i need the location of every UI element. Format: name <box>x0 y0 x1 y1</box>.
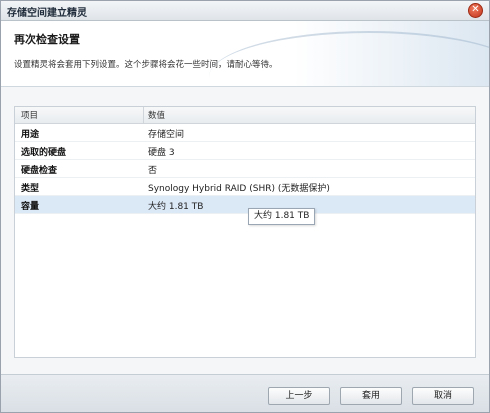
button-bar: 上一步 套用 取消 <box>1 374 489 412</box>
table-row[interactable]: 选取的硬盘 硬盘 3 <box>15 142 475 160</box>
grid-header: 项目 数值 <box>15 107 475 124</box>
column-divider[interactable] <box>143 107 144 123</box>
column-header-value[interactable]: 数值 <box>148 109 165 121</box>
row-key: 选取的硬盘 <box>21 148 67 158</box>
apply-button[interactable]: 套用 <box>340 387 402 405</box>
row-value: 否 <box>148 166 158 176</box>
table-row-selected[interactable]: 容量 大约 1.81 TB <box>15 196 475 214</box>
row-value: 存储空间 <box>148 130 185 140</box>
step-description: 设置精灵将会套用下列设置。这个步骤将会花一些时间，请耐心等待。 <box>14 60 278 70</box>
table-row[interactable]: 用途 存储空间 <box>15 124 475 142</box>
back-button[interactable]: 上一步 <box>268 387 330 405</box>
table-row[interactable]: 类型 Synology Hybrid RAID (SHR) (无数据保护) <box>15 178 475 196</box>
settings-grid: 项目 数值 用途 存储空间 选取的硬盘 硬盘 3 硬盘检查 否 类型 Synol… <box>14 106 476 358</box>
row-key: 用途 <box>21 130 40 140</box>
title-bar: 存储空间建立精灵 ✕ <box>1 1 489 21</box>
row-value: 大约 1.81 TB <box>148 202 204 212</box>
column-header-item[interactable]: 项目 <box>21 109 38 121</box>
step-header: 再次检查设置 设置精灵将会套用下列设置。这个步骤将会花一些时间，请耐心等待。 <box>1 21 489 87</box>
close-icon[interactable]: ✕ <box>468 3 483 18</box>
row-value: Synology Hybrid RAID (SHR) (无数据保护) <box>148 184 330 194</box>
row-key: 类型 <box>21 184 40 194</box>
row-value: 硬盘 3 <box>148 148 175 158</box>
cancel-button[interactable]: 取消 <box>412 387 474 405</box>
row-key: 硬盘检查 <box>21 166 58 176</box>
table-row[interactable]: 硬盘检查 否 <box>15 160 475 178</box>
capacity-tooltip: 大约 1.81 TB <box>248 208 316 225</box>
window-title: 存储空间建立精灵 <box>7 8 87 19</box>
row-key: 容量 <box>21 202 40 212</box>
wizard-window: 存储空间建立精灵 ✕ 再次检查设置 设置精灵将会套用下列设置。这个步骤将会花一些… <box>0 0 490 413</box>
step-title: 再次检查设置 <box>14 33 80 46</box>
